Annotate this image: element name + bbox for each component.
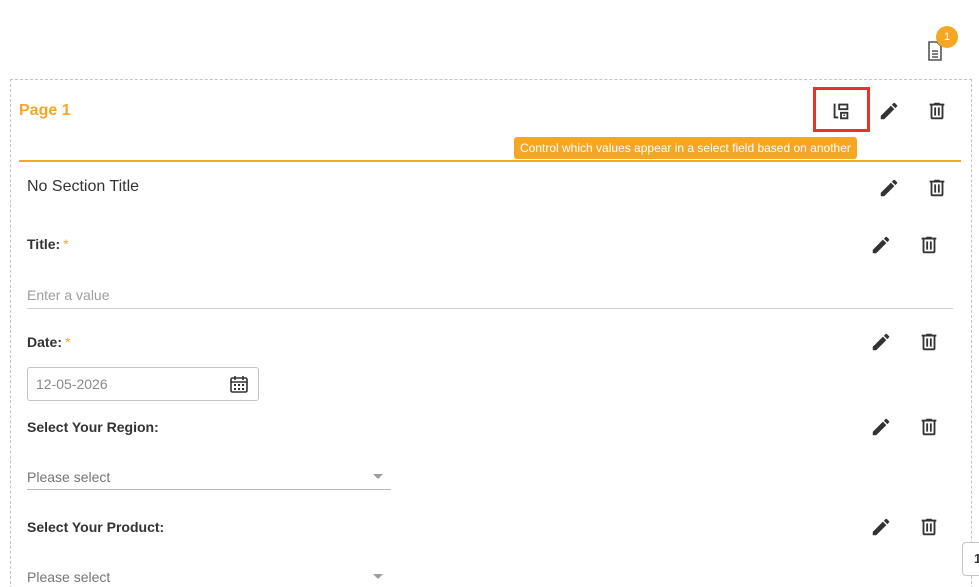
date-field-label: Date: * [27,334,70,350]
edit-date-field-button[interactable] [866,327,896,357]
delete-page-button[interactable] [922,96,952,126]
date-input[interactable]: 12-05-2026 [27,367,259,401]
delete-product-field-button[interactable] [914,512,944,542]
edit-region-field-button[interactable] [866,412,896,442]
pencil-icon [880,102,898,120]
pencil-icon [872,418,890,436]
title-label-text: Title: [27,236,61,252]
pencil-icon [872,518,890,536]
pencil-icon [880,179,898,197]
edit-section-button[interactable] [874,173,904,203]
product-field-label: Select Your Product: [27,519,165,535]
delete-title-field-button[interactable] [914,230,944,260]
product-select-value: Please select [27,568,111,585]
edit-product-field-button[interactable] [866,512,896,542]
delete-region-field-button[interactable] [914,412,944,442]
product-select[interactable]: Please select [27,564,391,587]
notification-badge: 1 [936,26,958,48]
tooltip: Control which values appear in a select … [514,137,857,159]
trash-icon [921,518,937,536]
title-field-label: Title: * [27,236,69,252]
trash-icon [921,236,937,254]
page-divider [19,160,961,162]
region-select[interactable]: Please select [27,464,391,490]
calendar-button[interactable] [228,373,250,395]
trash-icon [921,333,937,351]
delete-date-field-button[interactable] [914,327,944,357]
dropdown-arrow-icon [373,574,383,579]
calendar-icon [230,376,248,393]
region-field-label: Select Your Region: [27,419,159,435]
pencil-icon [872,236,890,254]
edit-page-button[interactable] [874,96,904,126]
dropdown-arrow-icon [373,474,383,479]
date-value: 12-05-2026 [36,376,108,392]
trash-icon [929,102,945,120]
dependency-icon [833,103,849,120]
required-mark: * [63,236,69,252]
pencil-icon [872,333,890,351]
required-mark: * [65,334,71,350]
dependency-button[interactable] [826,96,856,126]
trash-icon [921,418,937,436]
title-input[interactable] [27,281,953,309]
edit-title-field-button[interactable] [866,230,896,260]
section-title: No Section Title [27,178,140,195]
region-select-value: Please select [27,468,111,485]
delete-section-button[interactable] [922,173,952,203]
date-label-text: Date: [27,334,63,350]
trash-icon [929,179,945,197]
page-title: Page 1 [19,102,71,119]
page-number-button[interactable]: 1 [962,542,979,576]
